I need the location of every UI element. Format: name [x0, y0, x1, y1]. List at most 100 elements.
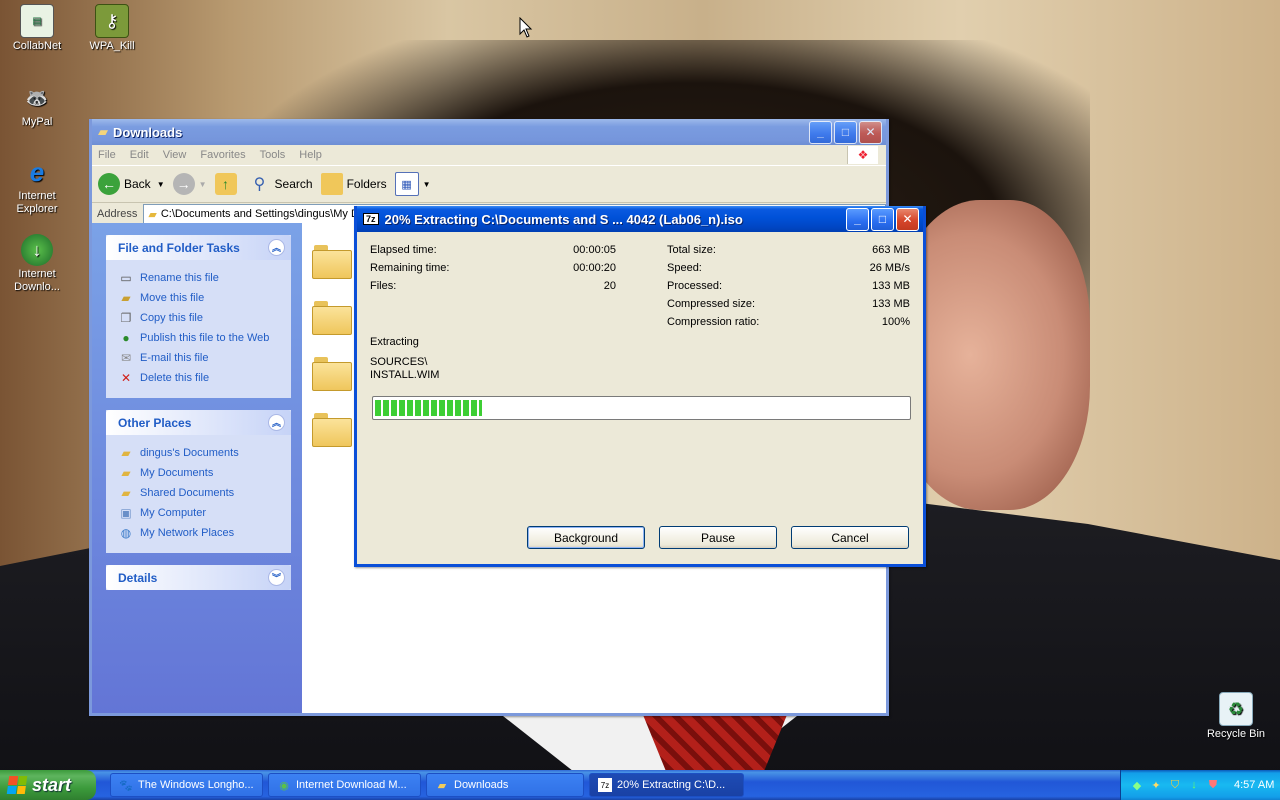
desktop-icon-internet-download-manager[interactable]: ↓ Internet Downlo... — [2, 234, 72, 294]
network-tray-icon[interactable]: ◆ — [1129, 777, 1145, 793]
elapsed-time-label: Elapsed time: — [370, 244, 437, 256]
dingus-documents-link[interactable]: ▰ dingus's Documents — [118, 443, 283, 463]
folder-icon: ▰ — [121, 466, 131, 480]
clock[interactable]: 4:57 AM — [1234, 779, 1274, 791]
my-documents-link[interactable]: ▰ My Documents — [118, 463, 283, 483]
move-icon: ▰ — [121, 291, 131, 305]
status-text: Extracting — [370, 336, 419, 348]
windows-logo-icon: ❖ — [847, 146, 878, 164]
7zip-icon: 7z — [598, 778, 612, 792]
forward-arrow-icon: → — [172, 173, 195, 195]
up-folder-icon: ↑ — [214, 173, 237, 195]
chevron-up-icon[interactable]: ︽ — [268, 414, 285, 431]
progress-bar-fill — [375, 400, 482, 416]
speed-label: Speed: — [667, 262, 702, 274]
taskbar-item-downloads[interactable]: ▰ Downloads — [426, 773, 584, 797]
desktop-icon-wpa-kill[interactable]: ⚷ WPA_Kill — [77, 4, 147, 53]
folder-item[interactable] — [312, 301, 352, 335]
cancel-button[interactable]: Cancel — [791, 526, 909, 549]
desktop-icon-collabnet[interactable]: ▤ CollabNet — [2, 4, 72, 53]
menu-favorites[interactable]: Favorites — [200, 149, 245, 161]
system-tray: ◆ ✦ ⛉ ↓ ⛊ 4:57 AM — [1120, 770, 1280, 800]
back-arrow-icon: ← — [98, 173, 120, 195]
dialog-title: 20% Extracting C:\Documents and S ... 40… — [384, 211, 743, 227]
publish-web-link[interactable]: ● Publish this file to the Web — [118, 328, 283, 348]
folder-item[interactable] — [312, 245, 352, 279]
network-icon: ◍ — [120, 526, 132, 540]
search-button[interactable]: ⚲ Search — [249, 173, 313, 195]
menu-file[interactable]: File — [98, 149, 116, 161]
menu-edit[interactable]: Edit — [130, 149, 149, 161]
compression-ratio-label: Compression ratio: — [667, 316, 760, 328]
chevron-down-icon: ▼ — [198, 179, 207, 189]
background-button[interactable]: Background — [527, 526, 645, 549]
desktop-icon-mypal[interactable]: 🦝 MyPal — [2, 82, 72, 129]
extraction-dialog[interactable]: 7z 20% Extracting C:\Documents and S ...… — [354, 206, 926, 567]
folder-icon: ▰ — [148, 208, 157, 221]
rename-file-link[interactable]: ▭ Rename this file — [118, 268, 283, 288]
panel-header[interactable]: File and Folder Tasks ︽ — [106, 235, 291, 260]
compression-ratio-value: 100% — [881, 316, 910, 328]
chevron-down-icon[interactable]: ︾ — [268, 569, 285, 586]
files-label: Files: — [370, 280, 397, 292]
delete-file-link[interactable]: ✕ Delete this file — [118, 368, 283, 388]
address-label: Address — [97, 208, 138, 220]
download-manager-icon: ◉ — [279, 779, 289, 792]
menu-tools[interactable]: Tools — [260, 149, 286, 161]
views-icon: ▦ — [394, 172, 419, 196]
speed-value: 26 MB/s — [869, 262, 910, 274]
minimize-button[interactable]: _ — [809, 120, 832, 144]
other-places-panel: Other Places ︽ ▰ dingus's Documents ▰ My D… — [106, 410, 291, 553]
taskbar: start 🐾 The Windows Longho... ◉ Internet… — [0, 770, 1280, 800]
maximize-button[interactable]: □ — [834, 120, 857, 144]
shared-documents-link[interactable]: ▰ Shared Documents — [118, 483, 283, 503]
explorer-titlebar[interactable]: ▰ Downloads _ □ ✕ — [92, 119, 886, 145]
pause-button[interactable]: Pause — [659, 526, 777, 549]
menu-help[interactable]: Help — [299, 149, 322, 161]
desktop-icon-internet-explorer[interactable]: e Internet Explorer — [2, 156, 72, 216]
menu-view[interactable]: View — [163, 149, 187, 161]
email-file-link[interactable]: ✉ E-mail this file — [118, 348, 283, 368]
security-shield-icon[interactable]: ⛉ — [1167, 777, 1183, 793]
globe-icon: ● — [122, 331, 130, 345]
taskbar-item-windows-longhorn[interactable]: 🐾 The Windows Longho... — [110, 773, 263, 797]
mouse-cursor-icon — [519, 17, 533, 38]
back-button[interactable]: ← Back ▼ — [98, 173, 165, 195]
taskbar-item-extracting[interactable]: 7z 20% Extracting C:\D... — [589, 773, 744, 797]
processed-label: Processed: — [667, 280, 723, 292]
close-button[interactable]: ✕ — [896, 207, 919, 231]
compressed-size-label: Compressed size: — [667, 298, 756, 310]
folders-button[interactable]: Folders — [320, 173, 387, 195]
my-computer-link[interactable]: ▣ My Computer — [118, 503, 283, 523]
copy-file-link[interactable]: ❐ Copy this file — [118, 308, 283, 328]
processed-value: 133 MB — [872, 280, 910, 292]
messenger-tray-icon[interactable]: ✦ — [1148, 777, 1164, 793]
folder-item[interactable] — [312, 357, 352, 391]
delete-icon: ✕ — [120, 371, 132, 385]
my-network-places-link[interactable]: ◍ My Network Places — [118, 523, 283, 543]
remaining-time-value: 00:00:20 — [573, 262, 616, 274]
desktop-icon-recycle-bin[interactable]: ♻ Recycle Bin — [1201, 692, 1271, 741]
folder-item[interactable] — [312, 413, 352, 447]
start-button[interactable]: start — [0, 770, 96, 800]
antivirus-tray-icon[interactable]: ⛊ — [1205, 777, 1221, 793]
dialog-titlebar[interactable]: 7z 20% Extracting C:\Documents and S ...… — [357, 206, 923, 232]
taskbar-item-download-manager[interactable]: ◉ Internet Download M... — [268, 773, 421, 797]
forward-button[interactable]: → ▼ — [172, 173, 207, 195]
views-button[interactable]: ▦ ▼ — [394, 172, 431, 196]
move-file-link[interactable]: ▰ Move this file — [118, 288, 283, 308]
maximize-button[interactable]: □ — [871, 207, 894, 231]
recycle-bin-icon: ♻ — [1219, 692, 1253, 726]
size-stats: Total size: 663 MB Speed: 26 MB/s Processe… — [667, 244, 910, 334]
download-tray-icon[interactable]: ↓ — [1186, 777, 1202, 793]
up-folder-button[interactable]: ↑ — [214, 173, 241, 195]
files-value: 20 — [603, 280, 616, 292]
file-folder-tasks-panel: File and Folder Tasks ︽ ▭ Rename this fil… — [106, 235, 291, 398]
panel-header[interactable]: Details ︾ — [106, 565, 291, 590]
close-button[interactable]: ✕ — [859, 120, 882, 144]
chevron-up-icon[interactable]: ︽ — [268, 239, 285, 256]
minimize-button[interactable]: _ — [846, 207, 869, 231]
collabnet-icon: ▤ — [20, 4, 54, 38]
internet-explorer-icon: e — [29, 156, 45, 187]
panel-header[interactable]: Other Places ︽ — [106, 410, 291, 435]
